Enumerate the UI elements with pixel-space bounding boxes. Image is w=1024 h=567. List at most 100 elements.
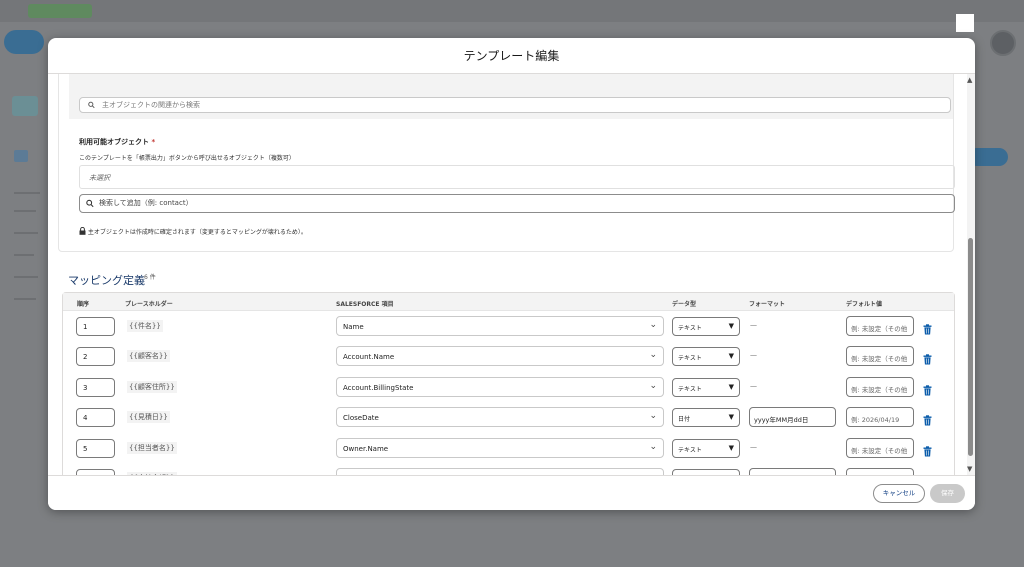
related-search-input[interactable]: 主オブジェクトの関連から検索 [79,97,951,113]
data-type-select[interactable]: 日付 ▼ [672,408,740,427]
trash-icon[interactable] [923,350,932,365]
dropdown-arrow-icon: ▼ [728,413,734,421]
modal-footer: キャンセル 保存 [48,475,975,510]
salesforce-field-select[interactable]: Account.BillingState ⌄ [336,377,664,397]
salesforce-field-value: Account.BillingState [343,384,414,392]
format-empty: — [750,351,757,359]
background-avatar [990,30,1016,56]
dropdown-arrow-icon: ▼ [728,444,734,452]
order-input[interactable]: 4 [76,408,115,427]
salesforce-field-select[interactable]: Account.Name ⌄ [336,346,664,366]
modal-scrollbar[interactable]: ▲ ▼ [967,74,975,475]
default-value-input[interactable]: 例: 未設定（その他 [846,438,914,458]
format-empty: — [750,321,757,329]
lock-icon [79,226,88,236]
background-square [956,14,974,32]
modal-body: 主オブジェクトの関連から検索 利用可能オブジェクト * このテンプレートを「帳票… [48,74,975,475]
mapping-title: マッピング定義 [68,274,145,287]
chevron-down-icon: ⌄ [649,442,657,452]
object-search-input[interactable]: 検索して追加（例: contact） [79,194,955,213]
default-value-input[interactable]: 例: 未設定（その他 [846,377,914,397]
template-edit-modal: テンプレート編集 主オブジェクトの関連から検索 利用可能オブジェクト * このテ… [48,38,975,510]
related-search-placeholder: 主オブジェクトの関連から検索 [102,101,200,109]
default-value-input[interactable]: 例: 未設定（その他 [846,316,914,336]
table-row: 3 {{顧客住所}} Account.BillingState ⌄ テキスト ▼ — 例: 未… [63,373,954,403]
salesforce-field-value: CloseDate [343,414,379,422]
placeholder-tag: {{顧客住所}} [127,381,177,393]
data-type-value: テキスト [678,355,702,362]
data-type-select[interactable]: テキスト ▼ [672,347,740,366]
header-field: SALESFORCE 項目 [336,301,394,308]
header-placeholder: プレースホルダー [125,301,173,308]
lock-note-text: 主オブジェクトは作成時に確定されます（変更するとマッピングが壊れるため）。 [87,229,307,236]
selected-objects-box: 未選択 [79,165,955,189]
order-input[interactable]: 2 [76,347,115,366]
header-type: データ型 [672,301,697,308]
background-logo [4,30,44,54]
data-type-value: 日付 [678,416,691,423]
salesforce-field-select[interactable]: CloseDate ⌄ [336,407,664,427]
default-value-input[interactable]: 例: 2026/04/19 [846,407,914,427]
format-empty: — [750,382,757,390]
format-input[interactable]: ¥#,##0 [749,468,836,475]
placeholder-tag: {{顧客名}} [127,350,170,362]
save-button[interactable]: 保存 [930,484,965,503]
chevron-down-icon: ⌄ [649,381,657,391]
salesforce-field-value: Name [343,323,364,331]
chevron-down-icon: ⌄ [649,350,657,360]
header-default: デフォルト値 [846,301,883,308]
table-row: 1 {{件名}} Name ⌄ テキスト ▼ — 例: 未設定（その他 [63,312,954,342]
salesforce-field-select[interactable]: Amount⌄ [336,468,664,475]
mapping-table-header: 順序 プレースホルダー SALESFORCE 項目 データ型 フォーマット デフ… [63,293,954,311]
scroll-up-icon[interactable]: ▲ [967,76,972,84]
format-input[interactable]: yyyy年MM月dd日 [749,407,836,427]
background-tab [28,4,92,18]
trash-icon[interactable] [923,442,932,457]
order-input[interactable]: 5 [76,439,115,458]
scrollbar-thumb[interactable] [968,238,973,456]
chevron-down-icon: ⌄ [649,320,657,330]
salesforce-field-select[interactable]: Owner.Name ⌄ [336,438,664,458]
table-row: 2 {{顧客名}} Account.Name ⌄ テキスト ▼ — 例: 未設定（その他 [63,342,954,372]
mapping-table: 順序 プレースホルダー SALESFORCE 項目 データ型 フォーマット デフ… [62,292,955,475]
related-search-area: 主オブジェクトの関連から検索 [69,74,953,119]
placeholder-tag: {{件名}} [127,320,163,332]
trash-icon[interactable] [923,320,932,335]
modal-header: テンプレート編集 [48,38,975,74]
available-objects-help: このテンプレートを「帳票出力」ボタンから呼び出せるオブジェクト（複数可） [79,155,295,162]
table-row: 4 {{見積日}} CloseDate ⌄ 日付 ▼ yyyy年MM月dd日 例: 2026/… [63,403,954,433]
dropdown-arrow-icon: ▼ [728,352,734,360]
salesforce-field-value: Account.Name [343,353,395,361]
scroll-down-icon[interactable]: ▼ [967,465,972,473]
data-type-value: テキスト [678,386,702,393]
table-row: 6{{合計金額}}Amount⌄通貨▼¥#,##0例: 0 [63,464,954,475]
selected-objects-placeholder: 未選択 [89,174,110,182]
object-card: 主オブジェクトの関連から検索 利用可能オブジェクト * このテンプレートを「帳票… [58,74,955,252]
trash-icon[interactable] [923,381,932,396]
data-type-select[interactable]: テキスト ▼ [672,439,740,458]
order-input[interactable]: 1 [76,317,115,336]
header-format: フォーマット [749,301,786,308]
available-objects-label-text: 利用可能オブジェクト [79,138,149,146]
default-value-input[interactable]: 例: 0 [846,468,914,475]
required-mark: * [151,138,156,146]
mapping-count: 6 件 [144,274,156,281]
placeholder-tag: {{担当者名}} [127,442,177,454]
data-type-value: テキスト [678,447,702,454]
object-search-placeholder: 検索して追加（例: contact） [99,199,193,207]
search-icon [88,98,95,112]
header-order: 順序 [77,301,90,308]
trash-icon[interactable] [923,411,932,426]
order-input[interactable]: 3 [76,378,115,397]
data-type-select[interactable]: テキスト ▼ [672,378,740,397]
default-value-input[interactable]: 例: 未設定（その他 [846,346,914,366]
salesforce-field-select[interactable]: Name ⌄ [336,316,664,336]
dropdown-arrow-icon: ▼ [728,322,734,330]
cancel-button[interactable]: キャンセル [873,484,925,503]
search-icon [86,195,94,219]
salesforce-field-value: Owner.Name [343,445,389,453]
dropdown-arrow-icon: ▼ [728,383,734,391]
modal-title: テンプレート編集 [463,49,560,63]
background-topbar [0,0,1024,22]
data-type-select[interactable]: テキスト ▼ [672,317,740,336]
